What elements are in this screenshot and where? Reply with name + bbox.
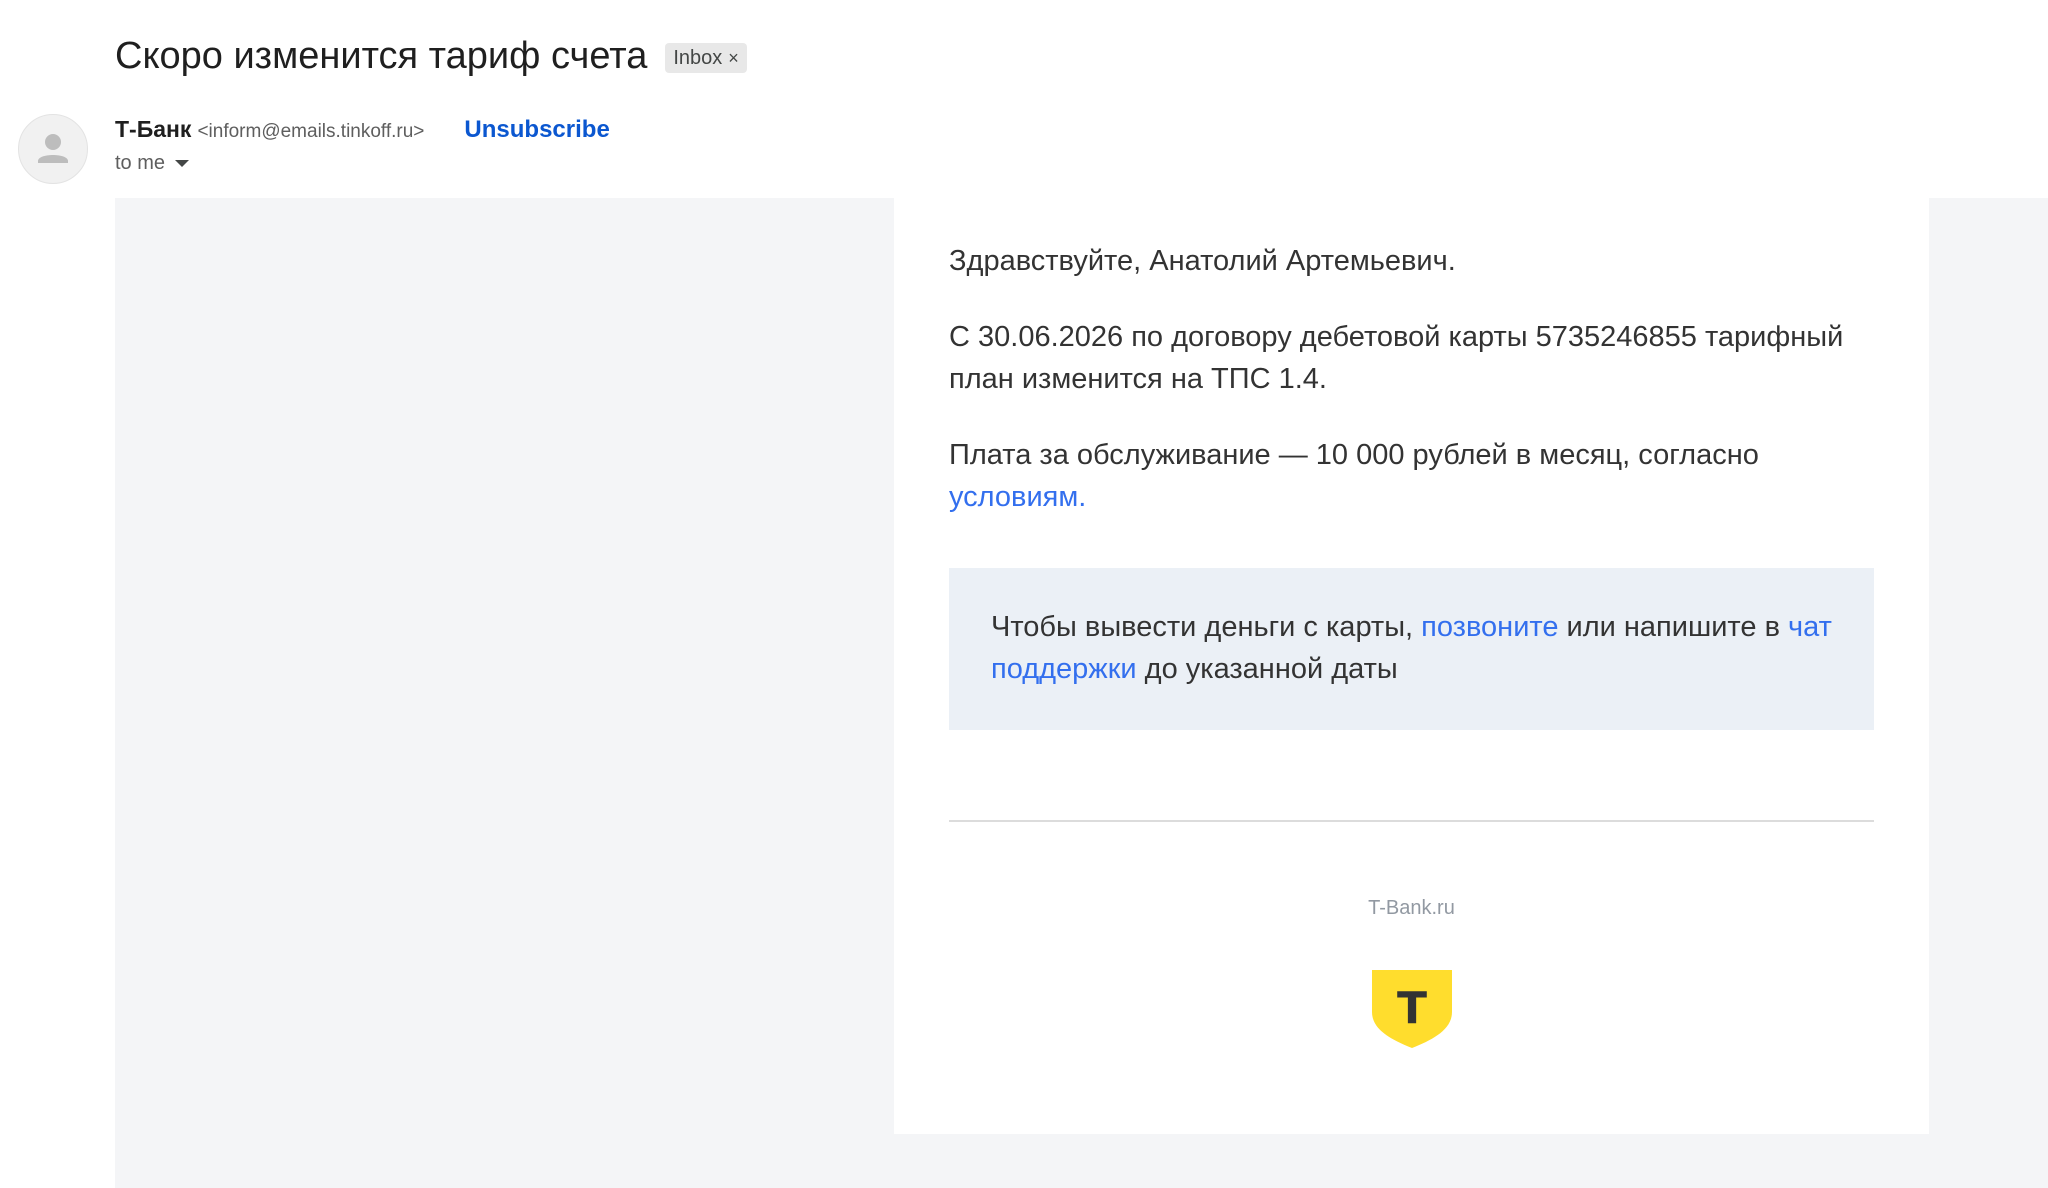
sender-row: Т-Банк <inform@emails.tinkoff.ru> Unsubs… — [115, 116, 610, 144]
sender-email: <inform@emails.tinkoff.ru> — [197, 121, 425, 142]
fee-text: Плата за обслуживание — 10 000 рублей в … — [949, 439, 1759, 471]
info-text-1: Чтобы вывести деньги с карты, — [991, 611, 1422, 643]
info-text-2: или напишите в — [1558, 611, 1789, 643]
call-link[interactable]: позвоните — [1421, 611, 1558, 643]
chevron-down-icon — [175, 160, 190, 167]
sender-avatar[interactable] — [18, 114, 88, 184]
unsubscribe-link[interactable]: Unsubscribe — [464, 116, 609, 144]
email-content: Здравствуйте, Анатолий Артемьевич. С 30.… — [949, 240, 1874, 1050]
conditions-link[interactable]: условиям. — [949, 481, 1086, 513]
email-subject: Скоро изменится тариф счета — [115, 35, 648, 77]
remove-label-icon[interactable]: × — [728, 48, 739, 69]
logo-letter: Т — [1396, 983, 1426, 1034]
footer-site-link[interactable]: T-Bank.ru — [949, 896, 1874, 920]
tbank-shield-logo-icon[interactable]: Т — [1370, 968, 1454, 1050]
footer-divider — [949, 820, 1874, 822]
greeting: Здравствуйте, Анатолий Артемьевич. — [949, 245, 1456, 277]
tariff-change-text: С 30.06.2026 по договору дебетовой карты… — [949, 321, 1844, 395]
email-view: Скоро изменится тариф счета Inbox × Т-Ба… — [0, 0, 2048, 1188]
inbox-label-text: Inbox — [673, 46, 723, 69]
subject-row: Скоро изменится тариф счета Inbox × — [115, 30, 747, 82]
email-body-card: Здравствуйте, Анатолий Артемьевич. С 30.… — [894, 198, 1929, 1134]
info-text-3: до указанной даты — [1136, 653, 1398, 685]
withdraw-info-box: Чтобы вывести деньги с карты, позвоните … — [949, 568, 1874, 730]
recipient-text: to me — [115, 152, 166, 174]
inbox-label-chip[interactable]: Inbox × — [665, 43, 747, 73]
fee-paragraph: Плата за обслуживание — 10 000 рублей в … — [949, 434, 1874, 518]
recipient-details-toggle[interactable]: to me — [115, 152, 190, 175]
sender-name[interactable]: Т-Банк — [115, 116, 191, 143]
person-icon — [38, 134, 68, 163]
